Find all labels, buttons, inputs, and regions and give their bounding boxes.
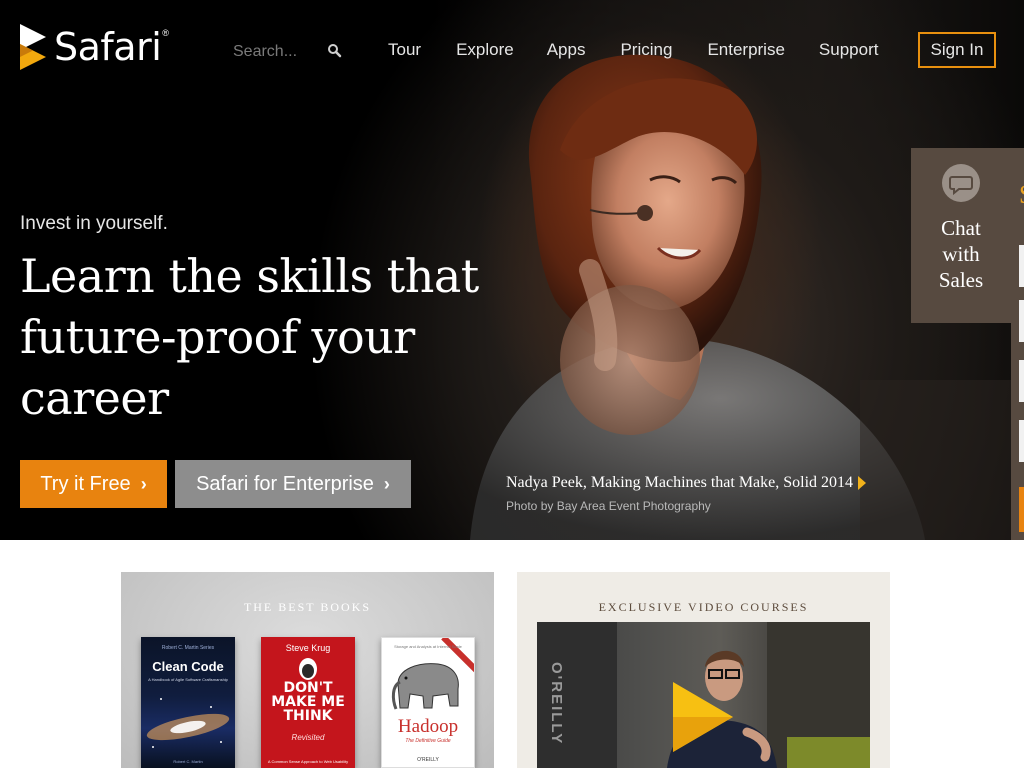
book-footer: Robert C. Martin [173, 759, 203, 764]
search-input[interactable] [233, 43, 323, 61]
photo-credit: Photo by Bay Area Event Photography [506, 499, 711, 513]
video-thumbnail[interactable]: O'REILLY [537, 622, 870, 768]
registered-mark: ® [162, 28, 169, 38]
book-footer: A Common Sense Approach to Web Usability [267, 759, 349, 764]
chevron-right-icon: › [140, 473, 147, 494]
safari-logo[interactable]: Safari ® [20, 24, 169, 70]
signup-submit-button[interactable] [1019, 487, 1024, 532]
hero-banner: Safari ® Tour Explore Apps Pricing Enter… [0, 0, 1024, 540]
chat-bubble-icon [942, 164, 980, 202]
book-title: DON'T MAKE ME THINK [271, 680, 345, 724]
nav-tour[interactable]: Tour [388, 40, 421, 60]
chevron-right-icon: › [383, 473, 390, 494]
book-subtitle: Revisited [291, 733, 325, 742]
search-box[interactable] [233, 38, 348, 66]
book-clean-code[interactable]: Robert C. Martin Series Clean Code A Han… [141, 637, 235, 768]
signup-form-heading-fragment: S [1019, 180, 1024, 210]
safari-logo-icon [20, 24, 46, 70]
book-author: Robert C. Martin Series [161, 645, 215, 651]
book-author: Steve Krug [285, 643, 331, 653]
caption-title: Nadya Peek, Making Machines that Make, S… [506, 474, 854, 491]
book-subtitle: The Definitive Guide [405, 738, 451, 744]
nav-explore[interactable]: Explore [456, 40, 514, 60]
book-footer: O'REILLY [417, 757, 439, 763]
elephant-illustration [391, 663, 459, 710]
nav-support[interactable]: Support [819, 40, 879, 60]
nav-pricing[interactable]: Pricing [620, 40, 672, 60]
book-hadoop[interactable]: Storage and Analysis at Internet Scale H… [381, 637, 475, 768]
best-books-card[interactable]: THE BEST BOOKS Robert C. Martin Series C… [121, 572, 494, 768]
sign-in-button[interactable]: Sign In [918, 32, 996, 68]
video-courses-card[interactable]: EXCLUSIVE VIDEO COURSES O'REILLY [517, 572, 890, 768]
signup-field[interactable] [1019, 420, 1024, 462]
chat-label: Chat with Sales [938, 216, 984, 292]
hero-tagline: Invest in yourself. [20, 213, 168, 234]
thinker-illustration [299, 658, 317, 680]
book-title: Hadoop [397, 716, 459, 737]
signup-field[interactable] [1019, 300, 1024, 342]
play-icon[interactable] [673, 682, 733, 752]
search-icon[interactable] [327, 43, 343, 59]
try-free-label: Try it Free [40, 472, 131, 495]
book-dont-make-me-think[interactable]: Steve Krug DON'T MAKE ME THINK Revisited… [261, 637, 355, 768]
play-arrow-icon [858, 476, 867, 490]
oreilly-sign: O'REILLY [548, 662, 565, 746]
hero-headline: Learn the skills that future-proof your … [20, 249, 479, 425]
signup-field[interactable] [1019, 360, 1024, 402]
book-title: Clean Code [152, 659, 224, 674]
chat-with-sales-tab[interactable]: Chat with Sales [911, 148, 1011, 323]
nav-apps[interactable]: Apps [547, 40, 586, 60]
nav-enterprise[interactable]: Enterprise [707, 40, 784, 60]
safari-enterprise-button[interactable]: Safari for Enterprise › [175, 460, 411, 508]
book-subtitle: A Handbook of Agile Software Craftsmansh… [148, 677, 228, 682]
logo-wordmark: Safari [54, 25, 162, 69]
enterprise-label: Safari for Enterprise [196, 472, 374, 495]
main-nav: Tour Explore Apps Pricing Enterprise Sup… [388, 40, 878, 60]
signup-field[interactable] [1019, 245, 1024, 287]
best-books-title: THE BEST BOOKS [243, 600, 372, 614]
video-courses-title: EXCLUSIVE VIDEO COURSES [598, 600, 809, 614]
galaxy-illustration [146, 698, 230, 748]
book-header: Storage and Analysis at Internet Scale [394, 644, 462, 649]
try-free-button[interactable]: Try it Free › [20, 460, 167, 508]
photo-caption[interactable]: Nadya Peek, Making Machines that Make, S… [506, 474, 867, 513]
